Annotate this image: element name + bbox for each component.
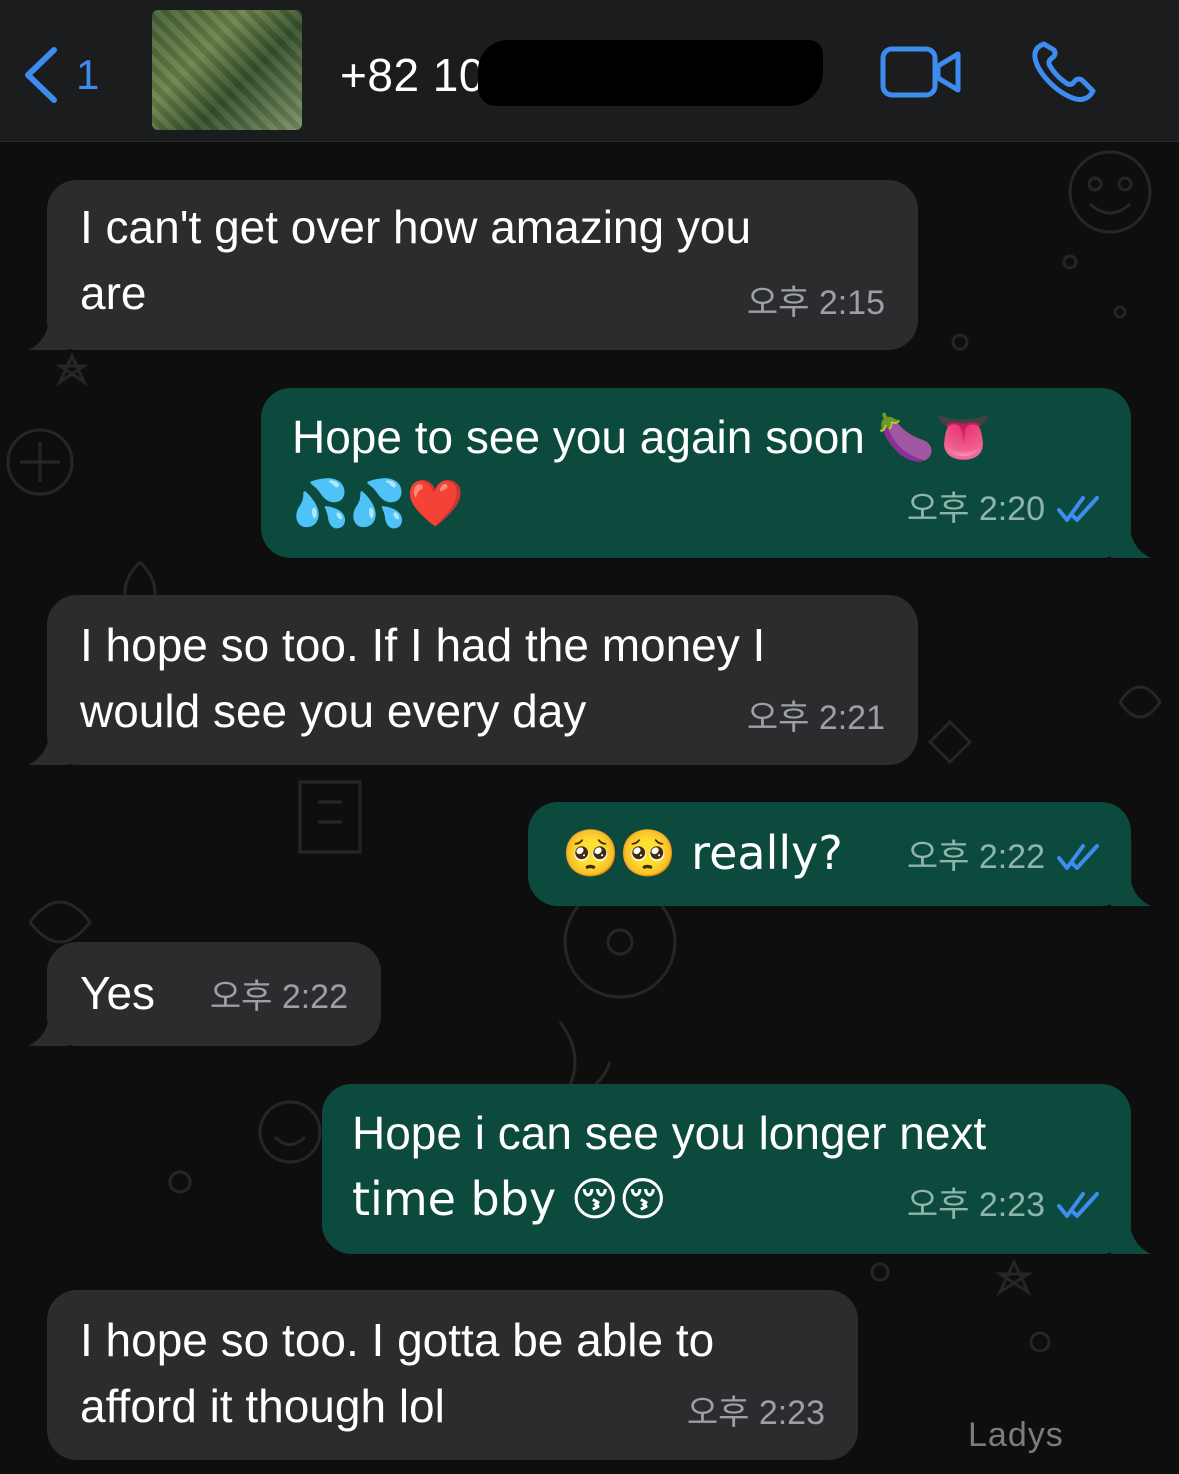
unread-count: 1 (76, 51, 100, 98)
video-call-button[interactable] (880, 44, 962, 105)
bubble-tail (1111, 866, 1151, 906)
message-incoming[interactable]: I hope so too. I gotta be able to afford … (47, 1290, 858, 1460)
message-incoming[interactable]: Yes 오후 2:22 (47, 942, 381, 1046)
message-time: 오후 2:21 (746, 699, 885, 737)
message-text: Yes (80, 967, 156, 1019)
message-time: 오후 2:20 (906, 490, 1045, 528)
bubble-tail (1111, 518, 1151, 558)
watermark: Ladys (968, 1416, 1064, 1454)
contact-avatar[interactable] (152, 10, 302, 130)
redaction-mark (478, 40, 823, 106)
message-time: 오후 2:23 (906, 1186, 1045, 1224)
chevron-left-icon (25, 47, 57, 103)
message-time: 오후 2:15 (746, 284, 885, 322)
back-button[interactable]: 1 (22, 42, 99, 108)
message-text: Hope i can see you longer next (352, 1107, 987, 1159)
message-text: afford it though lol (80, 1380, 445, 1432)
bubble-tail (28, 725, 68, 765)
phone-icon (1032, 41, 1096, 102)
double-check-icon (1057, 1192, 1099, 1218)
message-outgoing[interactable]: 🥺🥺 really? 오후 2:22 (528, 802, 1131, 906)
message-time: 오후 2:22 (209, 978, 348, 1016)
contact-name[interactable]: +82 10 (340, 48, 485, 102)
bubble-tail (1111, 1214, 1151, 1254)
message-list[interactable]: I can't get over how amazing you are 오후 2… (0, 142, 1179, 1474)
message-text: would see you every day (80, 685, 587, 737)
video-camera-icon (880, 46, 961, 98)
message-text: time bby 😚😚 (352, 1172, 667, 1226)
voice-call-button[interactable] (1030, 40, 1098, 109)
message-outgoing[interactable]: Hope to see you again soon 🍆👅 💦💦❤️ 오후 2:2… (261, 388, 1131, 558)
double-check-icon (1057, 844, 1099, 870)
message-incoming[interactable]: I hope so too. If I had the money I would… (47, 595, 918, 765)
message-time: 오후 2:22 (906, 838, 1045, 876)
message-text: Hope to see you again soon 🍆👅 (292, 411, 993, 463)
double-check-icon (1057, 496, 1099, 522)
chat-header: 1 +82 10 (0, 0, 1179, 142)
message-text: I can't get over how amazing you (80, 201, 752, 253)
message-text: 🥺🥺 really? (562, 826, 843, 880)
message-outgoing[interactable]: Hope i can see you longer next time bby 😚… (322, 1084, 1131, 1254)
message-text: 💦💦❤️ (292, 476, 464, 530)
message-text: I hope so too. I gotta be able to (80, 1314, 715, 1366)
bubble-tail (28, 310, 68, 350)
bubble-tail (28, 1006, 68, 1046)
message-incoming[interactable]: I can't get over how amazing you are 오후 2… (47, 180, 918, 350)
message-text: I hope so too. If I had the money I (80, 619, 766, 671)
message-text: are (80, 267, 147, 319)
message-time: 오후 2:23 (686, 1394, 825, 1432)
